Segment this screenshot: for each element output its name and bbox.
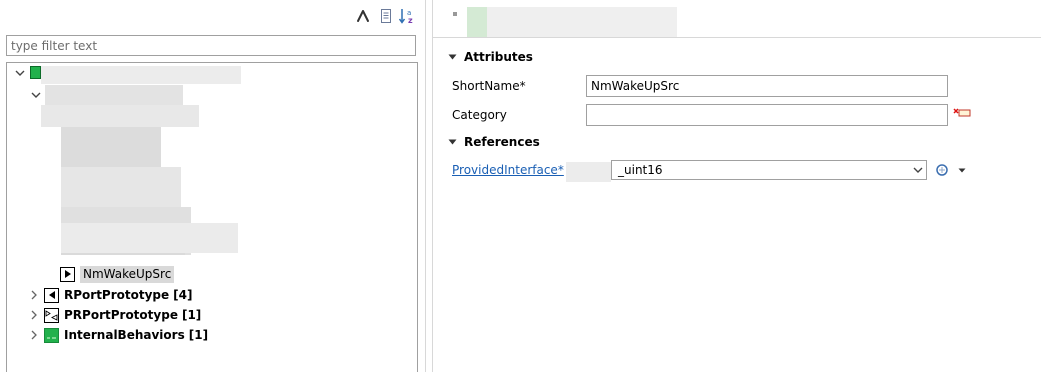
provided-interface-value: _uint16	[618, 163, 663, 177]
obscured-region	[41, 66, 241, 84]
provided-interface-link[interactable]: ProvidedInterface*	[452, 163, 564, 177]
provided-interface-combo[interactable]: _uint16	[611, 160, 927, 180]
collapse-icon[interactable]	[354, 7, 372, 25]
header-marker	[453, 12, 457, 16]
tree-node-count: [1]	[181, 308, 202, 322]
tree-node-label: InternalBehaviors	[64, 328, 185, 342]
attributes-section-header[interactable]: Attributes	[448, 50, 533, 64]
filter-input[interactable]	[6, 35, 416, 56]
tree-node-selected[interactable]: NmWakeUpSrc	[60, 264, 175, 284]
obscured-region	[41, 105, 199, 127]
tree-node-internal-behaviors[interactable]: InternalBehaviors [1]	[27, 325, 208, 345]
chevron-down-icon[interactable]	[31, 89, 41, 103]
sort-az-icon[interactable]: a z	[399, 7, 417, 25]
svg-text:z: z	[408, 16, 413, 25]
remove-category-icon[interactable]	[953, 106, 971, 120]
references-heading: References	[464, 135, 540, 149]
provided-required-port-icon	[44, 307, 59, 323]
category-label: Category	[452, 108, 507, 122]
obscured-region	[45, 85, 183, 105]
tree-node-label: RPortPrototype	[64, 288, 170, 302]
outline-pane: a z type filter text NmWakeUpSrc RPortPr…	[0, 0, 425, 372]
app-window: a z type filter text NmWakeUpSrc RPortPr…	[0, 0, 1041, 372]
obscured-region	[566, 162, 611, 182]
obscured-region	[487, 7, 677, 37]
chevron-down-icon[interactable]	[910, 161, 926, 179]
browse-reference-icon[interactable]	[933, 162, 951, 178]
outline-tree: NmWakeUpSrc RPortPrototype [4] PRPortPro…	[6, 62, 418, 372]
caret-down-icon[interactable]	[448, 54, 462, 60]
tree-node-count: [4]	[173, 288, 193, 302]
properties-header	[433, 0, 1041, 38]
package-icon	[30, 66, 41, 79]
category-input[interactable]	[586, 104, 948, 126]
required-port-icon	[44, 287, 59, 303]
pane-splitter[interactable]	[425, 0, 433, 372]
chevron-down-icon[interactable]	[15, 67, 25, 81]
attributes-heading: Attributes	[464, 50, 533, 64]
obscured-region	[467, 7, 487, 37]
properties-pane: Attributes ShortName* Category Reference…	[433, 0, 1041, 372]
provided-port-icon	[60, 266, 75, 282]
internal-behavior-icon	[44, 327, 59, 343]
caret-down-icon[interactable]	[448, 139, 462, 145]
tree-node-count: [1]	[188, 328, 209, 342]
dropdown-menu-icon[interactable]	[955, 164, 969, 176]
obscured-region	[61, 167, 181, 207]
obscured-region	[61, 223, 238, 253]
outline-toolbar: a z	[0, 0, 425, 32]
shortname-label: ShortName*	[452, 79, 526, 93]
tree-node-rport[interactable]: RPortPrototype [4]	[27, 285, 193, 305]
references-section-header[interactable]: References	[448, 135, 540, 149]
chevron-right-icon[interactable]	[27, 285, 41, 305]
shortname-input[interactable]	[586, 75, 948, 97]
chevron-right-icon[interactable]	[27, 305, 41, 325]
obscured-region	[61, 127, 161, 167]
obscured-region	[61, 253, 185, 255]
tree-node-label: PRPortPrototype	[64, 308, 178, 322]
chevron-right-icon[interactable]	[27, 325, 41, 345]
tree-node-label: NmWakeUpSrc	[80, 265, 175, 283]
tree-node-prport[interactable]: PRPortPrototype [1]	[27, 305, 201, 325]
document-icon[interactable]	[377, 7, 395, 25]
